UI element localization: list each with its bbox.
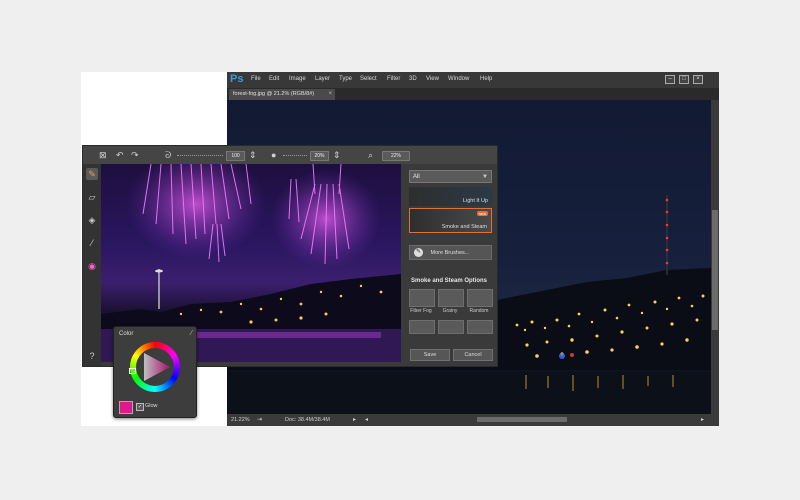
color-triangle[interactable] xyxy=(136,348,174,386)
color-panel: Color ⁄ ✓ Glow xyxy=(113,326,197,418)
opacity-pressure-icon[interactable]: ⇕ xyxy=(333,150,341,160)
more-brushes-button[interactable]: ✎ More Brushes... xyxy=(409,245,492,260)
status-doc-size: Doc: 38.4M/38.4M xyxy=(285,417,330,423)
brush-light-it-up[interactable]: Light It Up xyxy=(409,187,492,206)
menu-bar: Ps File Edit Image Layer Type Select Fil… xyxy=(227,72,719,88)
close-icon[interactable]: × xyxy=(693,75,703,84)
zoom-icon[interactable]: ⌕ xyxy=(368,150,373,160)
smudge-tool-icon[interactable]: ◈ xyxy=(86,214,98,226)
new-badge: new xyxy=(476,211,488,216)
minimize-icon[interactable]: – xyxy=(665,75,675,84)
glow-label: Glow xyxy=(145,403,158,409)
option-fiber-fog[interactable] xyxy=(409,289,435,307)
menu-file[interactable]: File xyxy=(251,76,261,82)
option-fiber-fog-label: Fiber Fog xyxy=(410,308,432,314)
brush-category-value: All xyxy=(413,174,420,180)
menu-type[interactable]: Type xyxy=(339,76,352,82)
brush-size-icon: ᘐ xyxy=(165,150,172,160)
menu-select[interactable]: Select xyxy=(360,76,377,82)
menu-image[interactable]: Image xyxy=(289,76,306,82)
color-panel-title: Color xyxy=(119,331,134,337)
option-grainy[interactable] xyxy=(438,289,464,307)
brush-category-dropdown[interactable]: All ▼ xyxy=(409,170,492,183)
opacity-icon: ● xyxy=(271,150,277,160)
scroll-right-icon[interactable]: ▸ xyxy=(701,416,704,423)
menu-edit[interactable]: Edit xyxy=(269,76,279,82)
color-wheel-tool-icon[interactable]: ◉ xyxy=(86,260,98,272)
cancel-button[interactable]: Cancel xyxy=(453,349,493,361)
help-icon[interactable]: ? xyxy=(86,350,98,362)
eyedropper-icon[interactable]: ⁄ xyxy=(191,330,192,337)
photoshop-logo: Ps xyxy=(230,73,244,85)
option-random-label: Random xyxy=(469,308,489,314)
vertical-scrollbar[interactable] xyxy=(711,100,719,414)
opacity-value[interactable]: 20% xyxy=(310,151,329,161)
brush-panel: All ▼ Light It Up new Smoke and Steam ✎ … xyxy=(405,164,497,366)
brush-smoke-and-steam[interactable]: new Smoke and Steam xyxy=(409,208,492,233)
save-button[interactable]: Save xyxy=(410,349,450,361)
vertical-scrollbar-thumb[interactable] xyxy=(712,210,718,330)
brush-tool-icon[interactable]: ✎ xyxy=(86,168,98,180)
more-brushes-label: More Brushes... xyxy=(430,250,470,256)
options-title: Smoke and Steam Options xyxy=(411,278,488,284)
status-arrow-icon[interactable]: ▸ xyxy=(353,416,356,423)
menu-3d[interactable]: 3D xyxy=(409,76,417,82)
menu-layer[interactable]: Layer xyxy=(315,76,330,82)
color-wheel[interactable] xyxy=(129,342,180,392)
eyedropper-tool-icon[interactable]: ⁄ xyxy=(86,237,98,249)
compare-icon[interactable]: ⊠ xyxy=(99,150,107,160)
zoom-value[interactable]: 22% xyxy=(382,151,410,161)
option-shape-1[interactable] xyxy=(409,320,435,334)
option-shape-2[interactable] xyxy=(438,320,464,334)
glow-checkbox[interactable]: ✓ xyxy=(136,403,144,411)
undo-icon[interactable]: ↶ xyxy=(116,150,124,160)
hue-handle[interactable] xyxy=(129,368,136,374)
brush-smoke-and-steam-label: Smoke and Steam xyxy=(441,224,487,230)
option-shape-3[interactable] xyxy=(467,320,493,334)
document-tab-bar: forest-fog.jpg @ 21.2% (RGB/8#) × xyxy=(227,88,719,100)
menu-view[interactable]: View xyxy=(426,76,439,82)
export-icon[interactable]: ⇥ xyxy=(257,416,262,423)
scroll-left-icon[interactable]: ◂ xyxy=(365,416,368,423)
menu-window[interactable]: Window xyxy=(448,76,469,82)
redo-icon[interactable]: ↷ xyxy=(131,150,139,160)
brush-light-it-up-label: Light It Up xyxy=(462,198,488,204)
plugin-toolbar: ⊠ ↶ ↷ ᘐ 100 ⇕ ● 20% ⇕ ⌕ 22% xyxy=(83,146,497,164)
brush-size-slider[interactable] xyxy=(177,155,223,157)
option-grainy-label: Grainy xyxy=(442,308,458,314)
tab-close-icon[interactable]: × xyxy=(328,89,332,100)
status-zoom[interactable]: 21.22% xyxy=(231,417,250,423)
brush-pressure-icon[interactable]: ⇕ xyxy=(249,150,257,160)
document-tab[interactable]: forest-fog.jpg @ 21.2% (RGB/8#) × xyxy=(229,89,335,100)
brush-add-icon: ✎ xyxy=(414,248,423,258)
option-random[interactable] xyxy=(467,289,493,307)
current-color-swatch[interactable] xyxy=(119,401,133,414)
maximize-icon[interactable]: □ xyxy=(679,75,689,84)
document-tab-title: forest-fog.jpg @ 21.2% (RGB/8#) xyxy=(233,91,315,97)
eraser-tool-icon[interactable]: ▱ xyxy=(86,191,98,203)
color-wheel-center xyxy=(136,348,174,386)
plugin-tools-sidebar: ✎ ▱ ◈ ⁄ ◉ ? xyxy=(83,164,101,366)
brush-size-value[interactable]: 100 xyxy=(226,151,245,161)
menu-filter[interactable]: Filter xyxy=(387,76,400,82)
menu-help[interactable]: Help xyxy=(480,76,492,82)
horizontal-scrollbar-thumb[interactable] xyxy=(477,417,567,422)
opacity-slider[interactable] xyxy=(283,155,307,157)
status-bar: 21.22% ⇥ Doc: 38.4M/38.4M ▸ ◂ ▸ xyxy=(227,414,719,426)
chevron-down-icon: ▼ xyxy=(482,174,488,180)
